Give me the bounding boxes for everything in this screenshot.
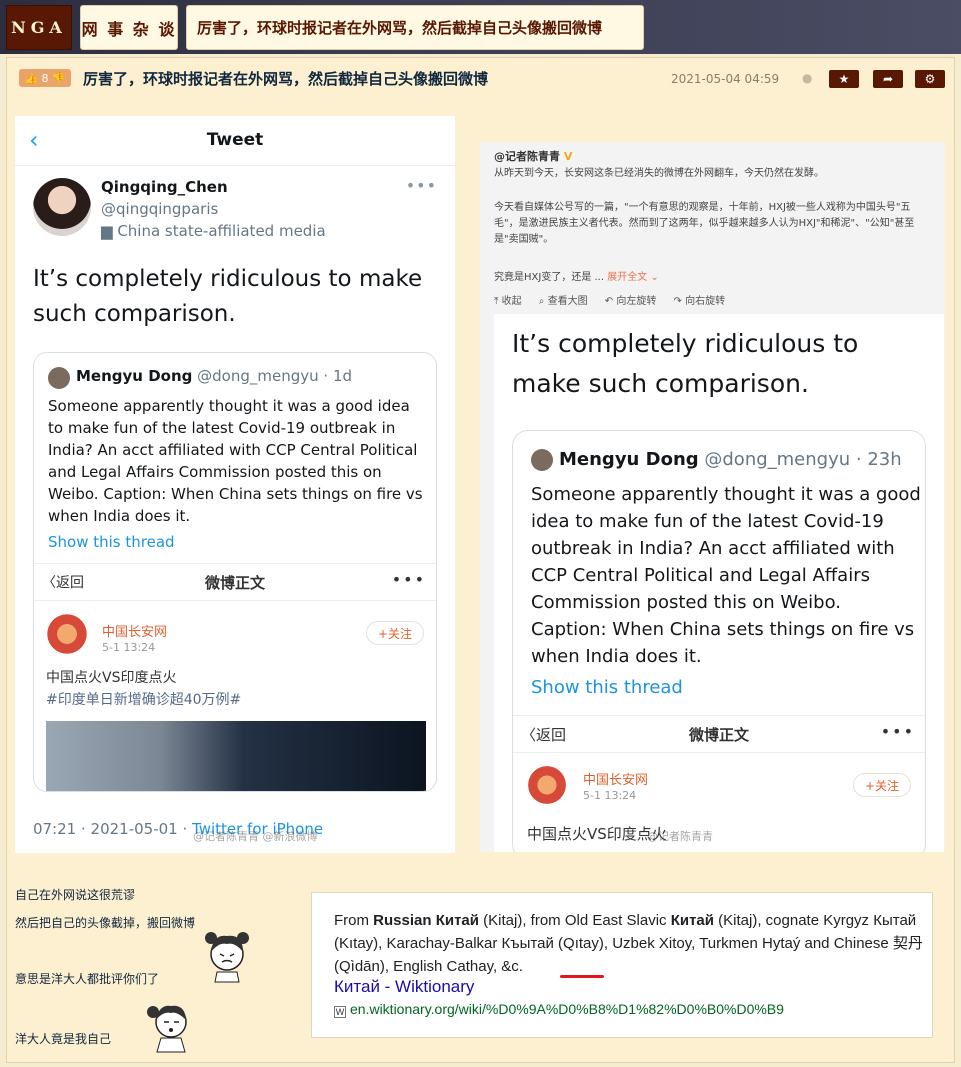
weibo-hashtag: #印度单日新增确诊超40万例#: [46, 692, 242, 708]
vote-badge[interactable]: 👍 8 👎: [19, 69, 71, 87]
weibo-follow: +关注: [366, 621, 424, 645]
quoted-author-name: Mengyu Dong: [76, 367, 193, 385]
post-date: 2021-05-04 04:59: [671, 72, 780, 86]
more-icon: •••: [391, 570, 426, 589]
tweet-screenshot[interactable]: ‹ Tweet Qingqing_Chen @qingqingparis ▆ C…: [15, 116, 455, 853]
weibo-paragraph-text: 究竟是HXJ变了，还是 ...: [494, 272, 605, 283]
avatar: [531, 449, 553, 471]
quoted-tweet-text: Someone apparently thought it was a good…: [531, 484, 921, 667]
avatar: [33, 178, 91, 236]
anime-girl-sticker-icon: [205, 932, 249, 983]
weibo-line: 中国点火VS印度点火: [527, 825, 667, 843]
wiktionary-url-text: en.wiktionary.org/wiki/%D0%9A%D0%B8%D1%8…: [350, 1001, 784, 1017]
rotate-left-action: ↶ 向左旋转: [604, 296, 657, 307]
site-logo[interactable]: NGA: [6, 5, 72, 50]
tweet-topbar: ‹ Tweet: [15, 116, 455, 166]
tweet-image: It’s completely ridiculous to make such …: [494, 314, 944, 852]
tweet-text: It’s completely ridiculous to make such …: [512, 329, 859, 398]
quoted-tweet-header: Mengyu Dong @dong_mengyu · 1d: [76, 367, 352, 385]
top-nav-bar: NGA 网 事 杂 谈 厉害了，环球时报记者在外网骂，然后截掉自己头像搬回微博: [0, 0, 961, 54]
quoted-tweet: Mengyu Dong @dong_mengyu · 1d Someone ap…: [33, 352, 437, 792]
breadcrumb-thread[interactable]: 厉害了，环球时报记者在外网骂，然后截掉自己头像搬回微博: [186, 5, 644, 50]
wiktionary-url[interactable]: Wen.wiktionary.org/wiki/%D0%9A%D0%B8%D1%…: [334, 1001, 784, 1018]
quoted-author-name: Mengyu Dong: [559, 449, 699, 470]
weibo-time: 5-1 13:24: [583, 789, 637, 802]
wiktionary-favicon-icon: W: [334, 1006, 346, 1018]
avatar: [48, 367, 70, 389]
post-body-line: 自己在外网说这很荒谬: [15, 888, 136, 902]
weibo-title: 微博正文: [688, 726, 749, 744]
weibo-watermark: @记者陈青青: [647, 830, 713, 843]
wiktionary-snippet: From Russian Китай (Kitaj), from Old Eas…: [311, 892, 933, 1038]
quoted-tweet: Mengyu Dong @dong_mengyu · 23h Someone a…: [512, 430, 926, 852]
quoted-author-handle: @dong_mengyu · 1d: [197, 367, 353, 385]
show-thread-link: Show this thread: [48, 533, 175, 551]
wk-bold-part: Китай: [670, 912, 714, 929]
weibo-paragraph: 从昨天到今天，长安网这条已经消失的微博在外网翻车，今天仍然在发酵。: [494, 168, 824, 179]
wk-bold-part: Russian Китай: [373, 912, 479, 929]
tweet-author-handle: @qingqingparis: [101, 200, 219, 218]
expand-link: 展开全文 ⌄: [607, 272, 659, 283]
weibo-author-name: @记者陈青青: [494, 150, 560, 163]
red-underline-mark: [560, 975, 604, 978]
tweet-timestamp: 07:21 · 2021-05-01 ·: [33, 820, 193, 838]
weibo-topbar: 〈返回 微博正文 •••: [513, 715, 925, 753]
collapse-action: ⤒ 收起: [494, 296, 522, 307]
weibo-paragraph-end: 究竟是HXJ变了，还是 ... 展开全文 ⌄: [494, 270, 934, 286]
show-thread-link: Show this thread: [531, 677, 683, 698]
weibo-topbar: 〈返回 微博正文 •••: [34, 563, 436, 601]
quoted-tweet-header: Mengyu Dong @dong_mengyu · 23h: [559, 449, 902, 470]
share-button[interactable]: ➦: [873, 70, 903, 88]
more-icon: •••: [880, 722, 915, 741]
image-actions: ⤒ 收起 ⌕ 查看大图 ↶ 向左旋转 ↷ 向右旋转: [494, 292, 739, 307]
wiktionary-text: From Russian Китай (Kitaj), from Old Eas…: [334, 909, 924, 978]
thumb-down-icon[interactable]: 👎: [52, 72, 66, 85]
vote-count: 8: [41, 71, 49, 85]
weibo-follow: +关注: [853, 773, 911, 797]
post-body-line: 洋大人竟是我自己: [15, 1032, 112, 1046]
weibo-screenshot[interactable]: @记者陈青青 V 从昨天到今天，长安网这条已经消失的微博在外网翻车，今天仍然在发…: [480, 142, 945, 852]
weibo-photo: [46, 721, 426, 791]
thumb-up-icon[interactable]: 👍: [25, 72, 39, 85]
post-body-line: 然后把自己的头像截掉，搬回微博: [15, 916, 196, 930]
tweet-heading: Tweet: [206, 130, 264, 150]
post-container: 👍 8 👎 厉害了，环球时报记者在外网骂，然后截掉自己头像搬回微博 2021-0…: [6, 57, 955, 1063]
weibo-line: 中国点火VS印度点火: [46, 670, 177, 686]
settings-button[interactable]: ⚙: [915, 70, 945, 88]
wk-text-part: (Kitaj), from Old East Slavic: [478, 912, 671, 929]
changan-logo-icon: [44, 611, 90, 657]
wk-text-part: From: [334, 912, 374, 929]
breadcrumb-forum[interactable]: 网 事 杂 谈: [80, 5, 178, 50]
favorite-button[interactable]: ★: [829, 70, 859, 88]
verified-badge-icon: V: [563, 150, 573, 163]
weibo-watermark: @记者陈青青 @新浪微博: [193, 830, 318, 843]
post-header: 👍 8 👎 厉害了，环球时报记者在外网骂，然后截掉自己头像搬回微博 2021-0…: [7, 58, 954, 100]
tweet-text: It’s completely ridiculous to make such …: [33, 266, 423, 327]
weibo-paragraph: 今天看自媒体公号写的一篇，"一个有意思的观察是，十年前，HXJ被一些人戏称为中国…: [494, 202, 915, 245]
weibo-time: 5-1 13:24: [102, 641, 156, 654]
changan-logo-icon: [525, 763, 569, 807]
weibo-account: 中国长安网: [102, 625, 168, 640]
view-large-action: ⌕ 查看大图: [538, 296, 588, 307]
post-title: 厉害了，环球时报记者在外网骂，然后截掉自己头像搬回微博: [83, 70, 489, 88]
more-icon: •••: [405, 176, 437, 195]
tweet-author-name: Qingqing_Chen: [101, 178, 228, 196]
weibo-title: 微博正文: [204, 574, 265, 592]
quoted-author-handle: @dong_mengyu · 23h: [704, 449, 902, 470]
state-media-label: ▆ China state-affiliated media: [101, 222, 326, 240]
quoted-tweet-text: Someone apparently thought it was a good…: [48, 397, 423, 525]
weibo-account: 中国长安网: [583, 773, 649, 788]
apple-icon: ●: [802, 71, 813, 85]
weibo-text: 中国点火VS印度点火 #印度单日新增确诊超40万例#: [46, 667, 241, 711]
affiliation-text: China state-affiliated media: [117, 222, 326, 240]
anime-girl-sticker-icon: [147, 1005, 187, 1053]
wiktionary-title-link[interactable]: Китай - Wiktionary: [334, 977, 474, 997]
rotate-right-action: ↷ 向右旋转: [673, 296, 726, 307]
weibo-author: @记者陈青青 V: [494, 148, 572, 164]
post-body-line: 意思是洋大人都批评你们了: [15, 972, 160, 986]
